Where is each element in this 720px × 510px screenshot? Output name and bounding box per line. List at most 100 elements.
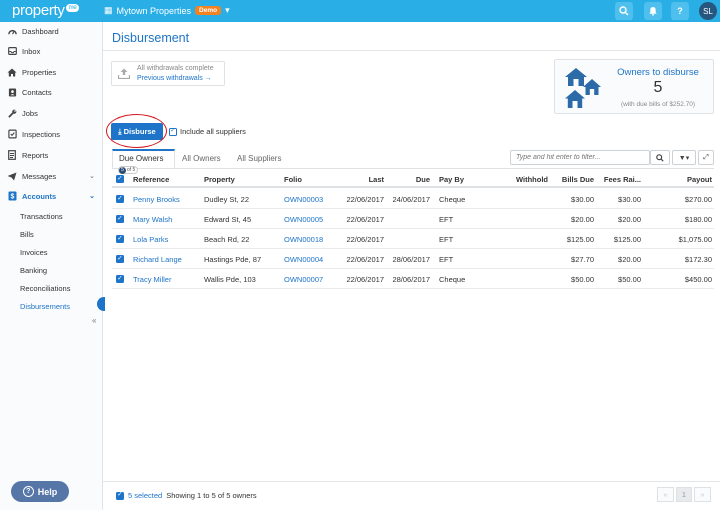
bell-icon xyxy=(649,7,657,16)
col-bills-due[interactable]: Bills Due xyxy=(550,175,594,184)
row-checkbox[interactable]: ✓ xyxy=(116,235,124,243)
search-button[interactable] xyxy=(615,2,633,20)
page-title: Disbursement xyxy=(112,31,190,45)
folio-link[interactable]: OWN00018 xyxy=(284,235,323,244)
row-checkbox[interactable]: ✓ xyxy=(116,215,124,223)
property-selector[interactable]: ▦ Mytown Properties Demo ▾ xyxy=(104,5,230,16)
sidebar-item-inbox[interactable]: Inbox xyxy=(0,41,103,61)
filter-options-button[interactable]: ▼▾ xyxy=(672,150,696,165)
table-row[interactable]: ✓ Tracy Miller Wallis Pde, 103 OWN00007 … xyxy=(112,269,714,289)
col-fees-raised[interactable]: Fees Rai... xyxy=(599,175,641,184)
sidebar-sub-reconciliations[interactable]: Reconciliations xyxy=(20,284,70,293)
col-last[interactable]: Last xyxy=(344,175,384,184)
tab-all-suppliers[interactable]: All Suppliers xyxy=(237,154,281,163)
tab-due-owners[interactable]: Due Owners xyxy=(119,154,163,163)
search-icon xyxy=(656,153,664,162)
notifications-button[interactable] xyxy=(644,2,662,20)
property-cell: Hastings Pde, 87 xyxy=(204,255,262,264)
wrench-icon xyxy=(7,108,17,118)
col-payout[interactable]: Payout xyxy=(662,175,712,184)
sidebar-sub-transactions[interactable]: Transactions xyxy=(20,212,63,221)
sidebar-sub-banking[interactable]: Banking xyxy=(20,266,47,275)
due-cell: 28/06/2017 xyxy=(392,255,430,264)
table-row[interactable]: ✓ Richard Lange Hastings Pde, 87 OWN0000… xyxy=(112,249,714,269)
sidebar-item-label: Dashboard xyxy=(22,26,59,36)
withdrawals-status: All withdrawals complete xyxy=(137,65,214,72)
col-due[interactable]: Due xyxy=(390,175,430,184)
sidebar-item-label: Inbox xyxy=(22,46,41,56)
logo-badge: me xyxy=(65,4,80,12)
help-button[interactable]: ? Help xyxy=(11,481,69,502)
sidebar-sub-invoices[interactable]: Invoices xyxy=(20,248,48,257)
sidebar-item-dashboard[interactable]: Dashboard xyxy=(0,21,103,41)
pager-current-page[interactable]: 1 xyxy=(676,487,692,502)
bills-due-cell: $20.00 xyxy=(571,215,594,224)
inbox-icon xyxy=(7,46,17,56)
folio-link[interactable]: OWN00004 xyxy=(284,255,323,264)
sidebar-item-contacts[interactable]: Contacts xyxy=(0,82,103,102)
col-pay-by[interactable]: Pay By xyxy=(439,175,464,184)
col-property[interactable]: Property xyxy=(204,175,235,184)
filter-input[interactable] xyxy=(510,150,650,165)
row-checkbox[interactable]: ✓ xyxy=(116,275,124,283)
highlight-circle xyxy=(106,114,167,148)
footer-select-checkbox[interactable]: ✓ xyxy=(116,491,124,500)
sidebar-item-reports[interactable]: Reports xyxy=(0,145,103,165)
bills-due-cell: $50.00 xyxy=(571,275,594,284)
sidebar-item-messages[interactable]: Messages ⌄ xyxy=(0,166,103,186)
houses-icon xyxy=(565,68,601,108)
folio-link[interactable]: OWN00003 xyxy=(284,195,323,204)
tabs-divider xyxy=(112,168,714,169)
previous-withdrawals-link[interactable]: Previous withdrawals → xyxy=(137,75,212,82)
sidebar-item-jobs[interactable]: Jobs xyxy=(0,103,103,123)
dashboard-icon xyxy=(7,26,17,36)
filter-search-button[interactable] xyxy=(650,150,670,165)
sidebar-item-inspections[interactable]: Inspections xyxy=(0,124,103,144)
col-folio[interactable]: Folio xyxy=(284,175,302,184)
sidebar-item-label: Inspections xyxy=(22,129,60,139)
home-icon xyxy=(7,67,17,77)
last-cell: 22/06/2017 xyxy=(346,255,384,264)
property-name: Mytown Properties xyxy=(116,5,192,16)
property-cell: Dudley St, 22 xyxy=(204,195,250,204)
help-question-button[interactable]: ? xyxy=(671,2,689,20)
expand-button[interactable]: ⤢ xyxy=(698,150,714,165)
folio-link[interactable]: OWN00007 xyxy=(284,275,323,284)
owner-link[interactable]: Tracy Miller xyxy=(133,275,171,284)
paper-plane-icon xyxy=(7,171,17,181)
sidebar-sub-bills[interactable]: Bills xyxy=(20,230,34,239)
app-logo[interactable]: property me xyxy=(12,2,80,19)
table-row[interactable]: ✓ Penny Brooks Dudley St, 22 OWN00003 22… xyxy=(112,189,714,209)
table-row[interactable]: ✓ Mary Walsh Edward St, 45 OWN00005 22/0… xyxy=(112,209,714,229)
sidebar-item-accounts[interactable]: $ Accounts ⌄ xyxy=(0,186,103,206)
table-row[interactable]: ✓ Lola Parks Beach Rd, 22 OWN00018 22/06… xyxy=(112,229,714,249)
dollar-book-icon: $ xyxy=(7,191,17,201)
sidebar-item-properties[interactable]: Properties xyxy=(0,62,103,82)
include-suppliers-checkbox[interactable]: ✓ xyxy=(169,127,177,136)
fees-cell: $20.00 xyxy=(618,215,641,224)
user-avatar[interactable]: SL xyxy=(699,2,717,20)
col-reference[interactable]: Reference xyxy=(133,175,169,184)
folio-link[interactable]: OWN00005 xyxy=(284,215,323,224)
row-checkbox[interactable]: ✓ xyxy=(116,255,124,263)
collapse-sidebar-icon[interactable]: « xyxy=(92,316,96,325)
pay-by-cell: EFT xyxy=(439,215,454,224)
select-all-checkbox[interactable]: ✓ xyxy=(116,175,124,183)
owner-link[interactable]: Penny Brooks xyxy=(133,195,180,204)
row-checkbox[interactable]: ✓ xyxy=(116,195,124,203)
last-cell: 22/06/2017 xyxy=(346,275,384,284)
tab-all-owners[interactable]: All Owners xyxy=(182,154,221,163)
include-suppliers-option[interactable]: ✓ Include all suppliers xyxy=(169,127,246,136)
owner-link[interactable]: Richard Lange xyxy=(133,255,182,264)
upload-tray-icon xyxy=(117,68,131,82)
pager-prev-button[interactable]: « xyxy=(657,487,674,502)
payout-cell: $450.00 xyxy=(684,275,712,284)
funnel-icon: ▼▾ xyxy=(678,154,690,162)
double-chevron-right-icon: » xyxy=(700,490,705,499)
pager-next-button[interactable]: » xyxy=(694,487,711,502)
sidebar-sub-disbursements[interactable]: Disbursements xyxy=(20,302,70,311)
col-withhold[interactable]: Withhold xyxy=(502,175,548,184)
owner-link[interactable]: Lola Parks xyxy=(133,235,168,244)
owner-link[interactable]: Mary Walsh xyxy=(133,215,172,224)
divider xyxy=(103,50,720,51)
